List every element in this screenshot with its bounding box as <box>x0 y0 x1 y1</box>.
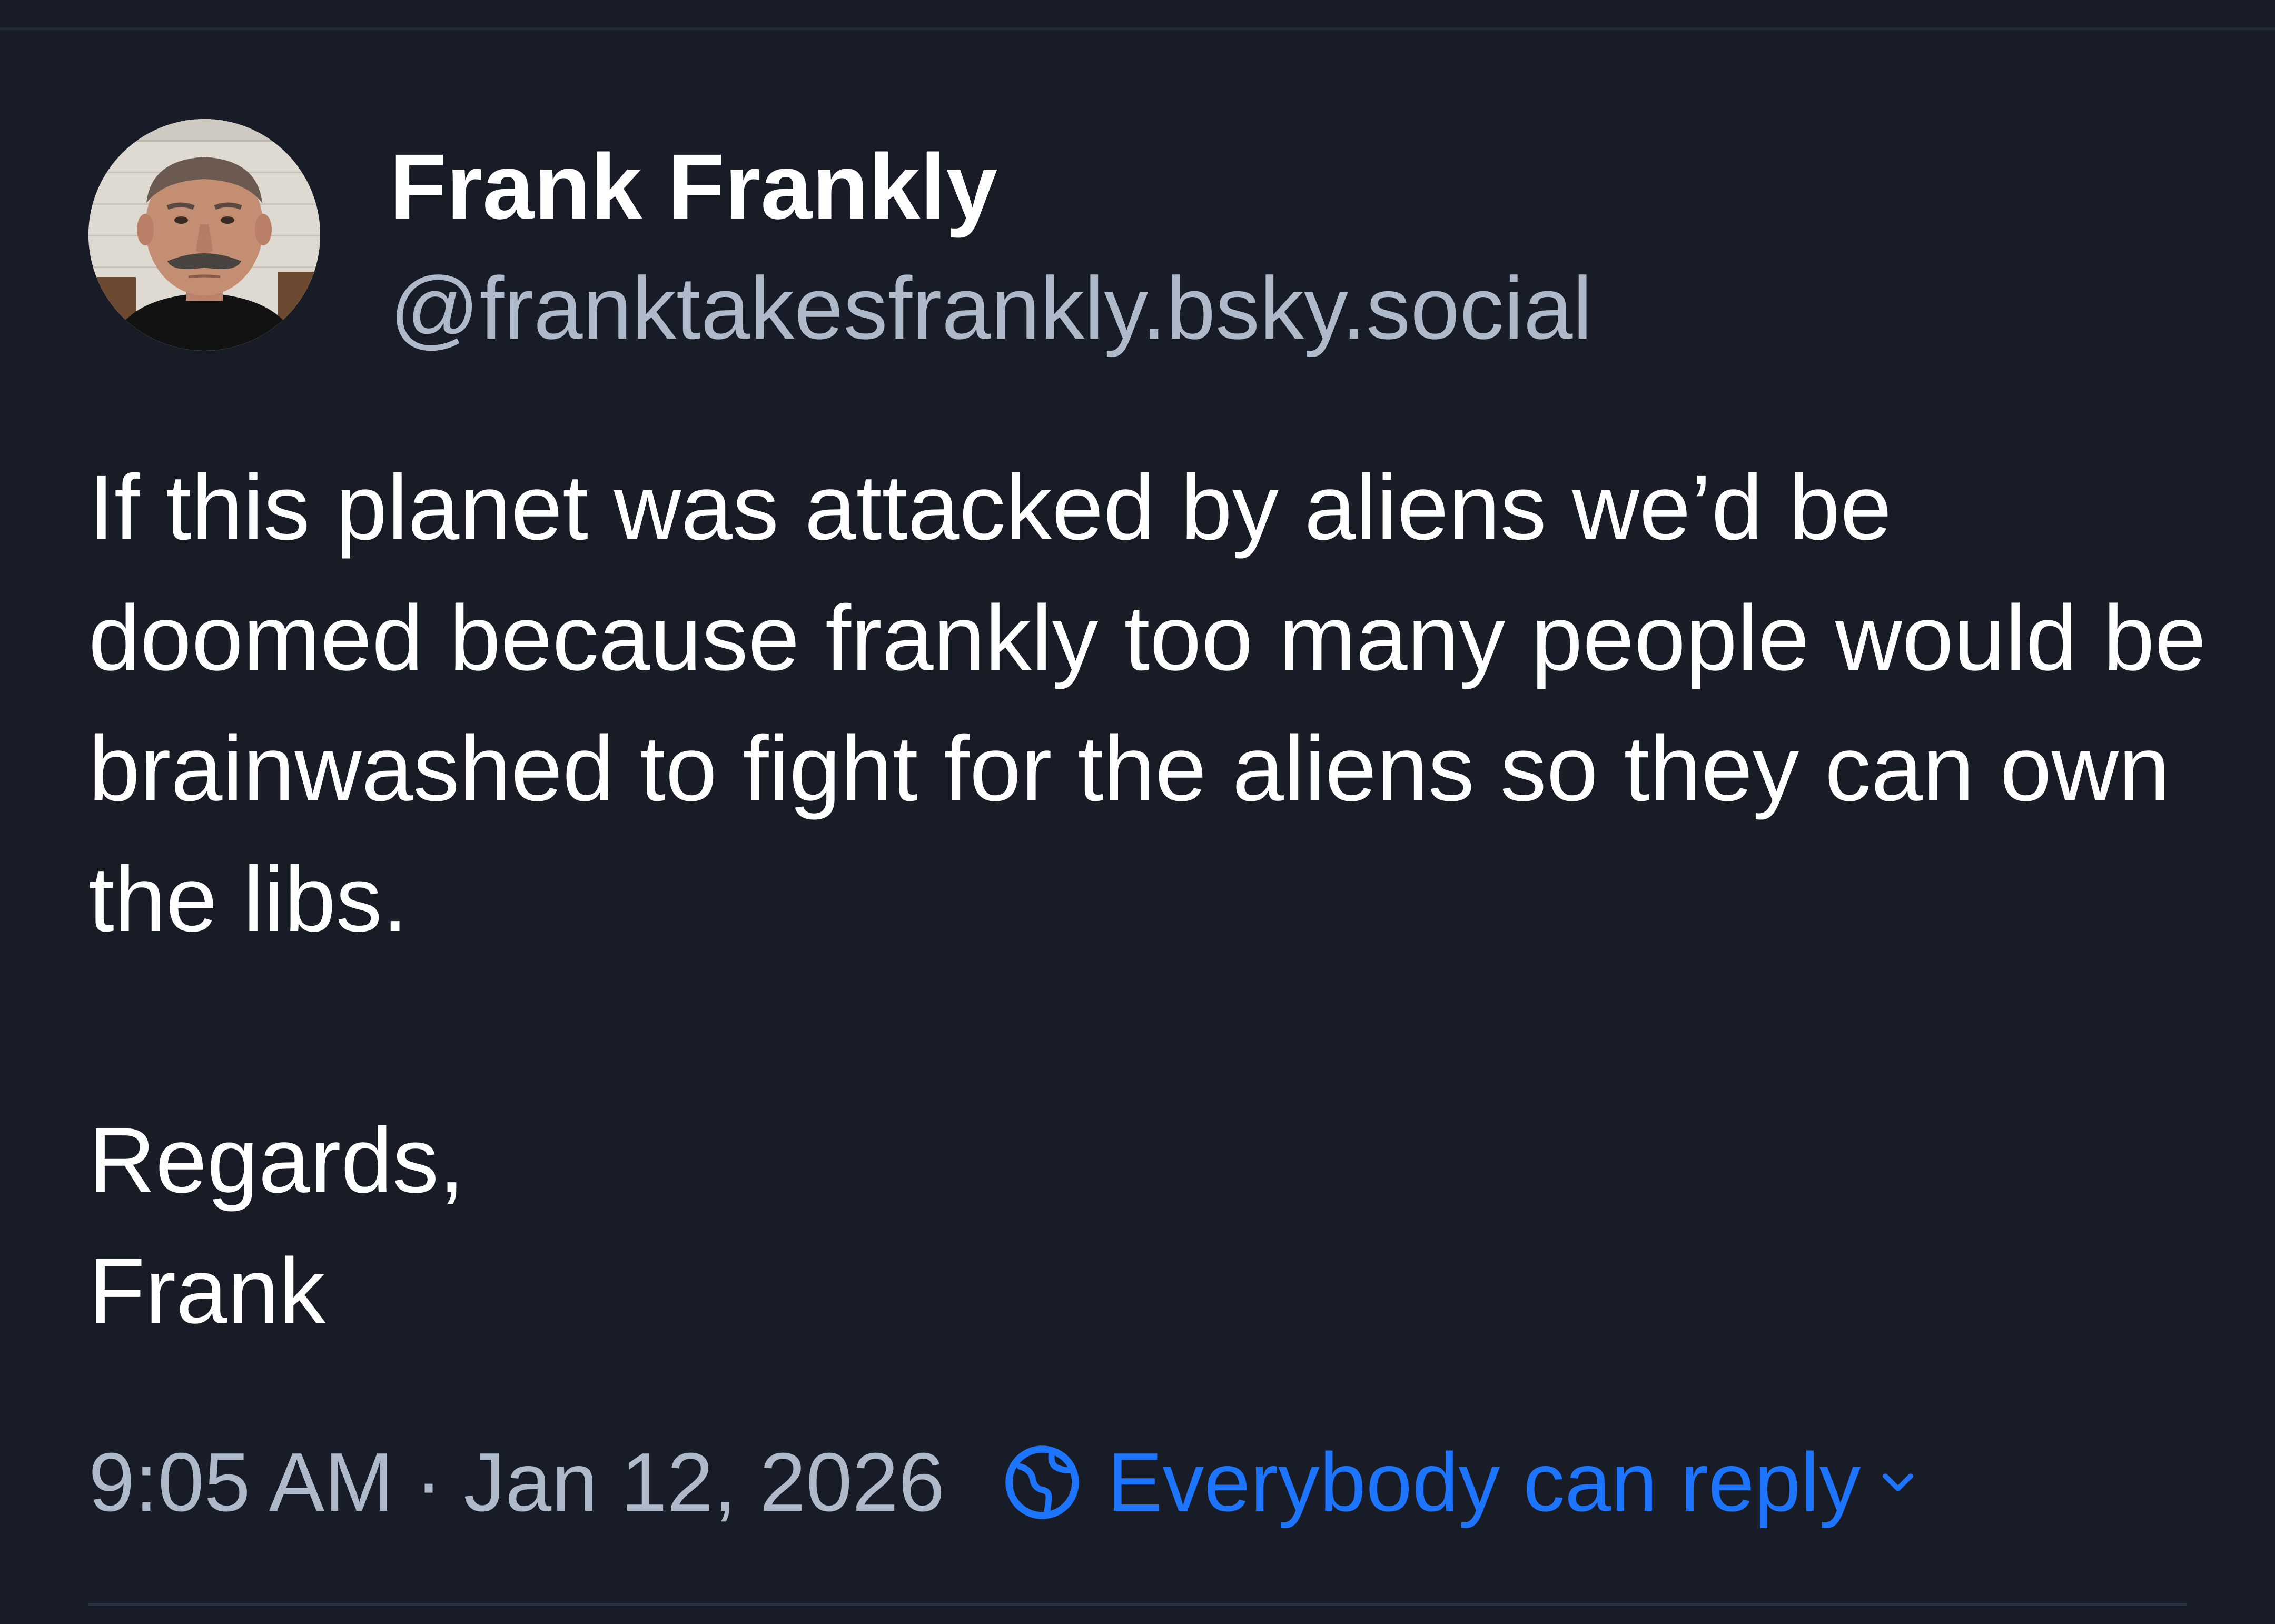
avatar[interactable] <box>88 119 320 351</box>
bottom-divider <box>88 1603 2187 1606</box>
avatar-image <box>88 119 320 351</box>
chevron-down-icon <box>1877 1461 1919 1503</box>
post-date: Jan 12, 2026 <box>463 1435 945 1529</box>
reply-setting-label: Everybody can reply <box>1107 1435 1861 1529</box>
post-time: 9:05 AM <box>88 1435 394 1529</box>
post-text: If this planet was attacked by aliens we… <box>88 456 2207 1343</box>
globe-icon <box>1003 1443 1082 1522</box>
post: Frank Frankly @franktakesfrankly.bsky.so… <box>0 0 2275 1624</box>
author-handle[interactable]: @franktakesfrankly.bsky.social <box>390 253 1592 363</box>
author-display-name[interactable]: Frank Frankly <box>390 129 997 245</box>
reply-setting-button[interactable]: Everybody can reply <box>1003 1435 1919 1530</box>
meta-separator: · <box>414 1435 443 1529</box>
post-meta: 9:05 AM · Jan 12, 2026 Everybody can rep… <box>88 1424 1919 1540</box>
